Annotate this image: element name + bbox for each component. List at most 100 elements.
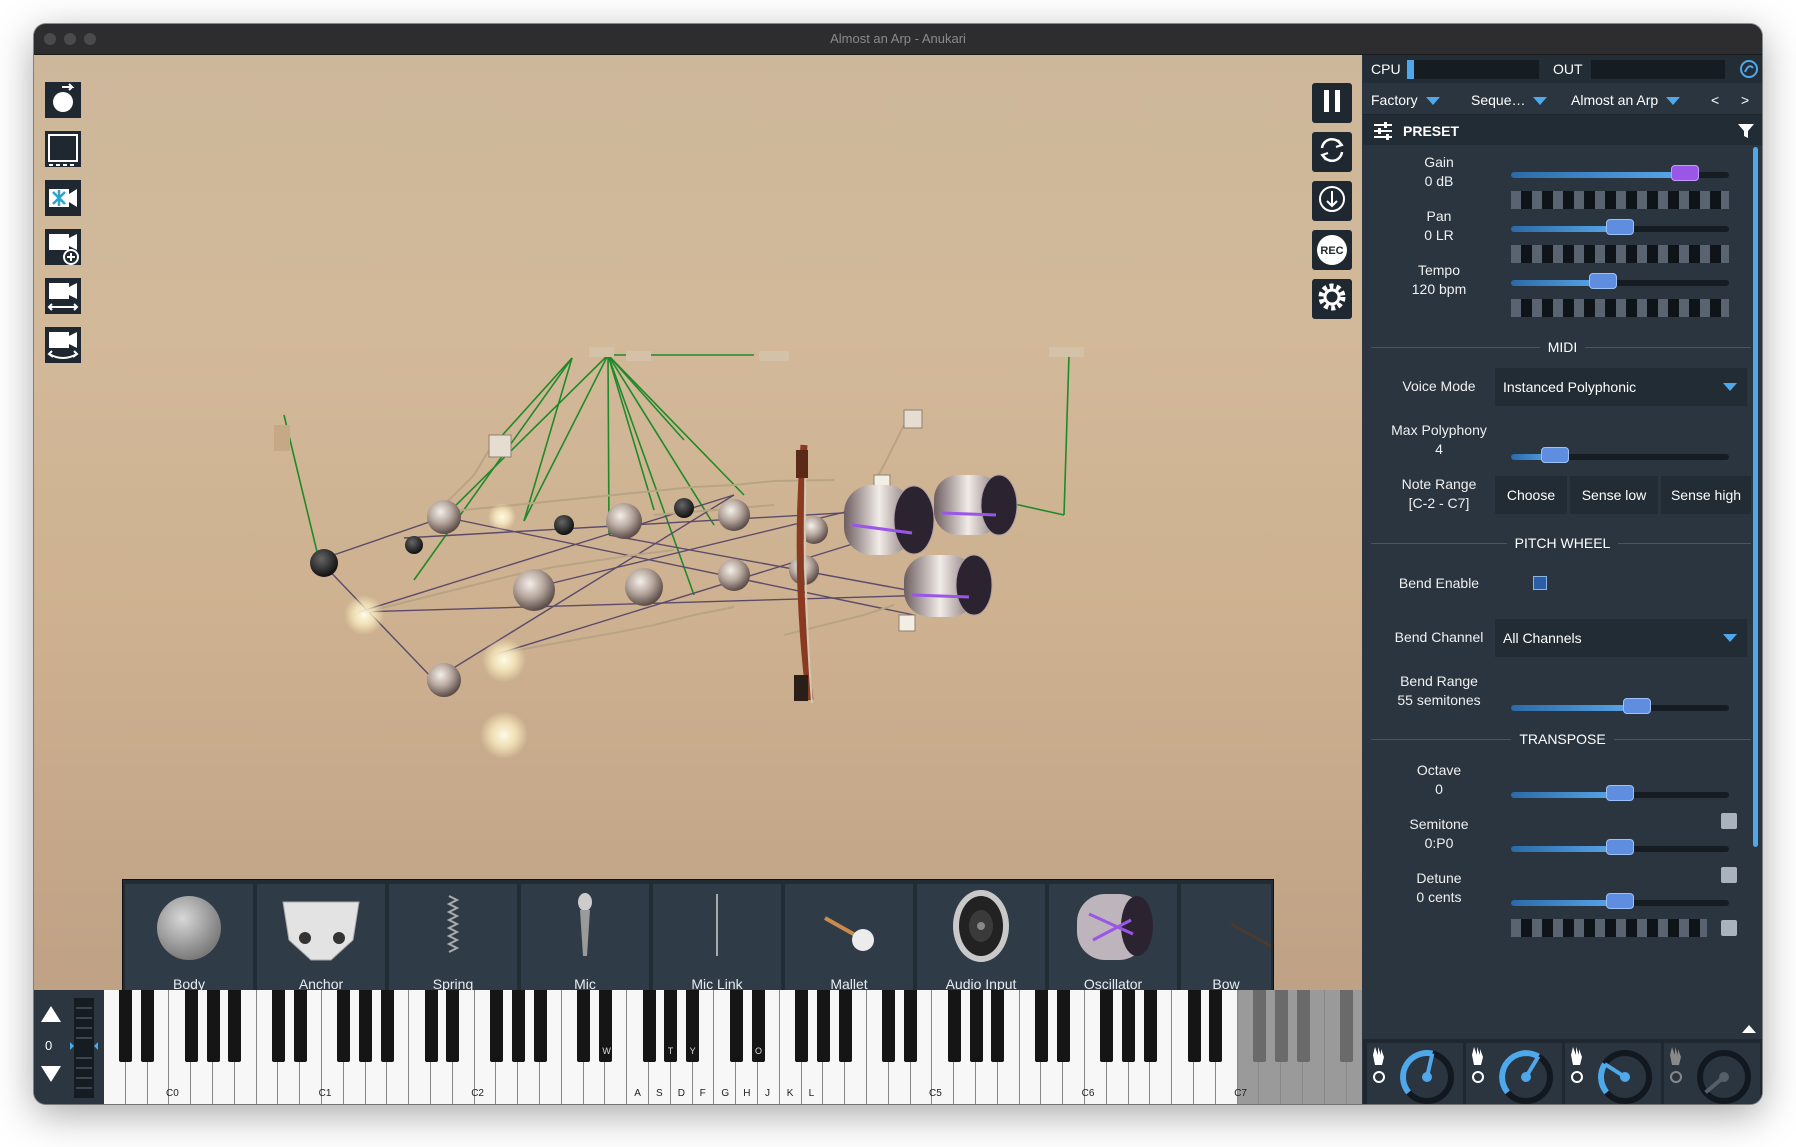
gain-slider-thumb[interactable]	[1671, 165, 1700, 181]
pan-slider-thumb[interactable]	[1606, 219, 1634, 235]
octave-down-icon[interactable]	[41, 1066, 61, 1082]
detune-slider[interactable]	[1511, 893, 1729, 909]
select-tool-button[interactable]	[44, 81, 82, 121]
macro-knob-4[interactable]: Macro4	[1664, 1043, 1760, 1104]
pan-slider[interactable]	[1511, 219, 1729, 235]
pitch-wheel[interactable]	[74, 998, 94, 1098]
max-polyphony-thumb[interactable]	[1540, 447, 1569, 463]
black-key[interactable]	[991, 990, 1005, 1062]
black-key[interactable]	[1340, 990, 1354, 1062]
black-key[interactable]	[1143, 990, 1157, 1062]
preset-dropdown[interactable]: Almost an Arp	[1571, 92, 1681, 108]
macro-knob-1[interactable]: VibroRate	[1367, 1043, 1463, 1104]
octave-thumb[interactable]	[1606, 785, 1634, 801]
black-key[interactable]	[359, 990, 373, 1062]
panel-scrollbar[interactable]	[1753, 147, 1758, 847]
instrument-scene[interactable]	[34, 55, 1362, 990]
black-key[interactable]	[838, 990, 852, 1062]
palette-item-mic-link[interactable]: Mic Link	[653, 884, 781, 990]
pan-modulation-bar[interactable]	[1511, 245, 1729, 263]
black-key[interactable]	[119, 990, 133, 1062]
gain-modulation-bar[interactable]	[1511, 191, 1729, 209]
black-key[interactable]	[1252, 990, 1266, 1062]
voice-mode-dropdown[interactable]: Instanced Polyphonic	[1495, 368, 1747, 406]
palette-item-anchor[interactable]: Anchor	[257, 884, 385, 990]
black-key[interactable]	[904, 990, 918, 1062]
sense-high-button[interactable]: Sense high	[1661, 476, 1751, 514]
black-key[interactable]	[271, 990, 285, 1062]
black-key[interactable]	[577, 990, 591, 1062]
palette-item-audio-input[interactable]: Audio Input	[917, 884, 1045, 990]
black-key[interactable]	[446, 990, 460, 1062]
randomize-dice-icon[interactable]	[1721, 813, 1737, 829]
black-key[interactable]	[184, 990, 198, 1062]
black-key[interactable]	[424, 990, 438, 1062]
detune-thumb[interactable]	[1606, 893, 1634, 909]
black-key[interactable]	[969, 990, 983, 1062]
macro-knob-2[interactable]: WobbleRate	[1466, 1043, 1562, 1104]
bend-range-slider[interactable]	[1511, 698, 1729, 714]
randomize-dice-icon[interactable]	[1721, 920, 1737, 936]
download-button[interactable]	[1312, 181, 1352, 221]
choose-button[interactable]: Choose	[1495, 476, 1567, 514]
macro-knob-3[interactable]: Thinner	[1565, 1043, 1661, 1104]
black-key[interactable]	[1034, 990, 1048, 1062]
black-key[interactable]	[228, 990, 242, 1062]
prev-preset-button[interactable]: <	[1711, 92, 1719, 108]
black-key[interactable]	[816, 990, 830, 1062]
black-key[interactable]	[1274, 990, 1288, 1062]
filter-icon[interactable]	[1737, 123, 1755, 144]
black-key[interactable]	[1056, 990, 1070, 1062]
reset-button[interactable]	[1312, 132, 1352, 172]
black-key[interactable]	[729, 990, 743, 1062]
palette-item-body[interactable]: Body	[125, 884, 253, 990]
palette-item-bow[interactable]: Bow	[1181, 884, 1272, 990]
bend-channel-dropdown[interactable]: All Channels	[1495, 619, 1747, 657]
bank-dropdown[interactable]: Factory	[1371, 92, 1440, 108]
camera-orbit-button[interactable]	[44, 326, 82, 366]
app-logo-icon[interactable]	[1740, 59, 1758, 79]
black-key[interactable]	[1296, 990, 1310, 1062]
category-dropdown[interactable]: Seque…	[1471, 92, 1548, 108]
box-select-button[interactable]	[44, 130, 82, 170]
add-camera-button[interactable]	[44, 228, 82, 268]
semitone-thumb[interactable]	[1606, 839, 1634, 855]
black-key[interactable]	[337, 990, 351, 1062]
black-key[interactable]	[642, 990, 656, 1062]
black-key[interactable]	[293, 990, 307, 1062]
pause-button[interactable]	[1312, 83, 1352, 123]
black-key[interactable]	[141, 990, 155, 1062]
octave-slider[interactable]	[1511, 785, 1729, 801]
palette-item-mic[interactable]: Mic	[521, 884, 649, 990]
black-key[interactable]	[489, 990, 503, 1062]
black-key[interactable]	[380, 990, 394, 1062]
black-key[interactable]	[882, 990, 896, 1062]
black-key[interactable]	[1187, 990, 1201, 1062]
tempo-modulation-bar[interactable]	[1511, 299, 1729, 317]
palette-item-spring[interactable]: Spring	[389, 884, 517, 990]
bend-range-thumb[interactable]	[1623, 698, 1652, 714]
3d-viewport[interactable]: REC Body Anchor Spring Mic Mic Link Mall…	[34, 55, 1362, 990]
detune-modulation-bar[interactable]	[1511, 919, 1707, 937]
camera-pan-button[interactable]	[44, 277, 82, 317]
piano-keyboard[interactable]: W T Y O C0 C1 C2 C5 C6 C7 A S D F G H J K L	[104, 990, 1362, 1104]
record-button[interactable]: REC	[1312, 230, 1352, 270]
black-key[interactable]	[1122, 990, 1136, 1062]
black-key[interactable]	[206, 990, 220, 1062]
max-polyphony-slider[interactable]	[1511, 447, 1729, 463]
next-preset-button[interactable]: >	[1741, 92, 1749, 108]
camera-focus-button[interactable]	[44, 179, 82, 219]
black-key[interactable]	[511, 990, 525, 1062]
gain-slider[interactable]	[1511, 165, 1729, 181]
semitone-slider[interactable]	[1511, 839, 1729, 855]
settings-button[interactable]	[1312, 279, 1352, 319]
black-key[interactable]	[795, 990, 809, 1062]
palette-item-mallet[interactable]: Mallet	[785, 884, 913, 990]
sliders-icon[interactable]	[1373, 122, 1393, 145]
black-key[interactable]	[1209, 990, 1223, 1062]
randomize-dice-icon[interactable]	[1721, 867, 1737, 883]
black-key[interactable]	[947, 990, 961, 1062]
palette-item-oscillator[interactable]: Oscillator	[1049, 884, 1177, 990]
tempo-slider-thumb[interactable]	[1588, 273, 1617, 289]
tempo-slider[interactable]	[1511, 273, 1729, 289]
